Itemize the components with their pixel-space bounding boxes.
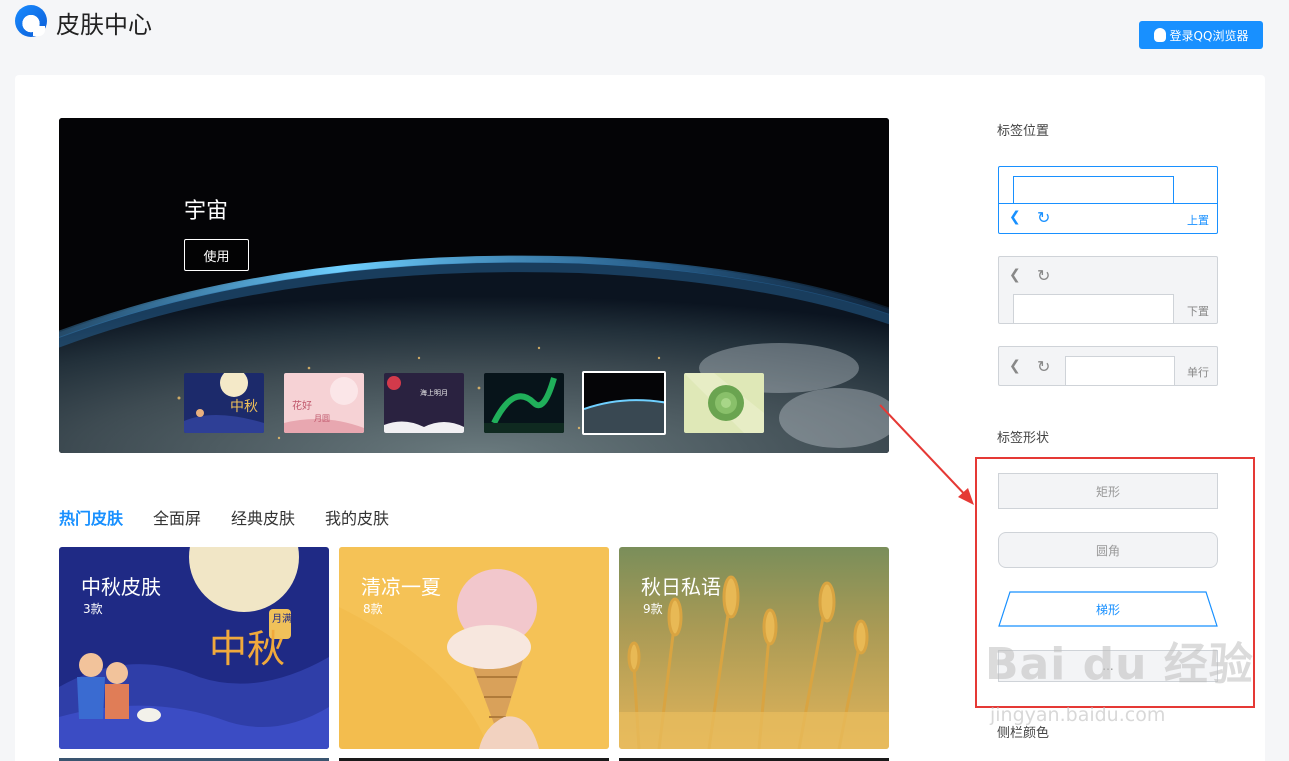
tab-my-skins[interactable]: 我的皮肤 (325, 505, 389, 529)
thumbnail-earth-space[interactable] (582, 371, 666, 435)
card-count: 3款 (83, 602, 103, 616)
thumbnail-flower-moon[interactable]: 花好 月圆 (284, 373, 364, 433)
refresh-icon: ↻ (1037, 208, 1051, 227)
thumbnail-moon-night[interactable]: 海上明月 (384, 373, 464, 433)
sidebar-color-heading: 侧栏颜色 (997, 726, 1050, 741)
card-count: 8款 (363, 602, 383, 616)
refresh-icon: ↻ (1037, 357, 1051, 376)
card-art-text: 中秋 (209, 627, 285, 671)
tab-position-top-option[interactable]: ❮ ↻ 上置 (998, 166, 1218, 234)
svg-text:花好: 花好 (292, 399, 312, 412)
skin-card-autumn-whisper[interactable]: 秋日私语 9款 (619, 547, 889, 749)
qq-penguin-icon (1153, 28, 1166, 42)
tab-preview (1065, 356, 1175, 386)
page-title: 皮肤中心 (56, 11, 152, 39)
tab-shape-heading: 标签形状 (997, 431, 1050, 446)
skin-preview-banner: 宇宙 使用 中秋 花好 月圆 海上明月 (59, 118, 889, 453)
tab-full-screen[interactable]: 全面屏 (153, 505, 201, 529)
position-label: 下置 (1187, 305, 1209, 318)
svg-text:海上明月: 海上明月 (420, 388, 448, 397)
divider (999, 203, 1217, 204)
card-count: 9款 (643, 602, 663, 616)
tab-position-single-row-option[interactable]: ❮ ↻ 单行 (998, 346, 1218, 386)
skin-card-mid-autumn[interactable]: 月满 中秋 中秋皮肤 3款 (59, 547, 329, 749)
card-title: 清凉一夏 (361, 575, 441, 599)
svg-text:月圆: 月圆 (314, 414, 330, 423)
tab-position-bottom-option[interactable]: ❮ ↻ 下置 (998, 256, 1218, 324)
back-arrow-icon: ❮ (1009, 267, 1021, 283)
use-skin-button[interactable]: 使用 (184, 239, 249, 271)
skin-title: 宇宙 (184, 199, 229, 224)
refresh-icon: ↻ (1037, 266, 1051, 285)
qq-browser-logo-icon (15, 5, 47, 37)
back-arrow-icon: ❮ (1009, 209, 1021, 225)
back-arrow-icon: ❮ (1009, 358, 1021, 374)
position-label: 单行 (1187, 366, 1209, 379)
card-title: 中秋皮肤 (81, 575, 161, 599)
tab-position-heading: 标签位置 (997, 124, 1050, 139)
highlight-box (975, 457, 1255, 708)
login-label: 登录QQ浏览器 (1169, 28, 1249, 43)
svg-text:中秋: 中秋 (230, 399, 258, 415)
annotation-arrow-icon (879, 404, 974, 505)
login-qq-button[interactable]: 登录QQ浏览器 (1139, 21, 1263, 49)
header: 皮肤中心 登录QQ浏览器 (0, 0, 1289, 60)
badge-text: 月满 (272, 613, 292, 625)
thumbnail-aurora[interactable] (484, 373, 564, 433)
card-title: 秋日私语 (641, 575, 721, 599)
thumbnail-succulent[interactable] (684, 373, 764, 433)
position-label: 上置 (1187, 214, 1209, 227)
tab-preview (1013, 176, 1174, 204)
tab-hot-skins[interactable]: 热门皮肤 (59, 505, 123, 529)
skin-card-cool-summer[interactable]: 清凉一夏 8款 (339, 547, 609, 749)
tab-classic-skins[interactable]: 经典皮肤 (231, 505, 295, 529)
tab-preview (1013, 294, 1174, 324)
thumbnail-mid-autumn[interactable]: 中秋 (184, 373, 264, 433)
